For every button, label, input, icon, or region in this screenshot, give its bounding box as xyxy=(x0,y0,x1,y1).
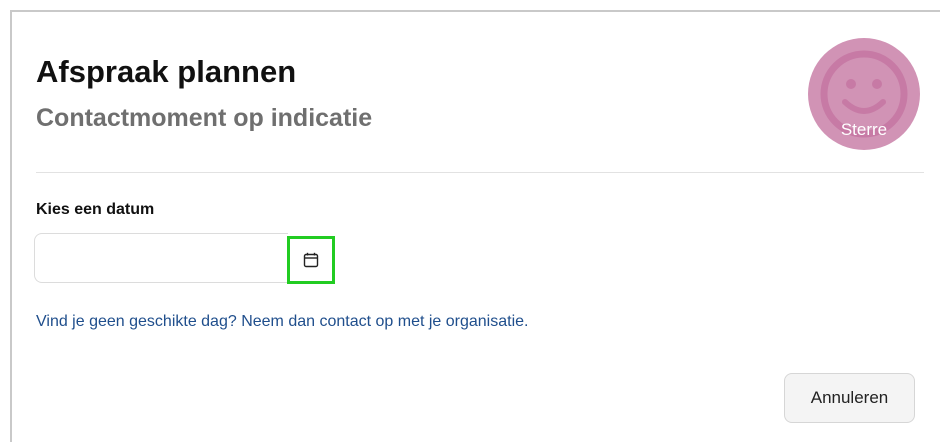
avatar[interactable]: Sterre xyxy=(808,38,920,150)
avatar-name: Sterre xyxy=(840,120,888,139)
contact-organisation-link[interactable]: Vind je geen geschikte dag? Neem dan con… xyxy=(36,312,528,332)
date-field-label: Kies een datum xyxy=(36,201,155,218)
calendar-button[interactable] xyxy=(287,236,335,284)
calendar-icon xyxy=(303,252,319,268)
date-input[interactable] xyxy=(34,233,288,283)
page-subtitle: Contactmoment op indicatie xyxy=(36,104,373,132)
cancel-button[interactable]: Annuleren xyxy=(784,373,915,423)
page: Afspraak plannen Contactmoment op indica… xyxy=(0,0,940,442)
page-title: Afspraak plannen xyxy=(36,54,297,89)
header-divider xyxy=(36,172,924,173)
